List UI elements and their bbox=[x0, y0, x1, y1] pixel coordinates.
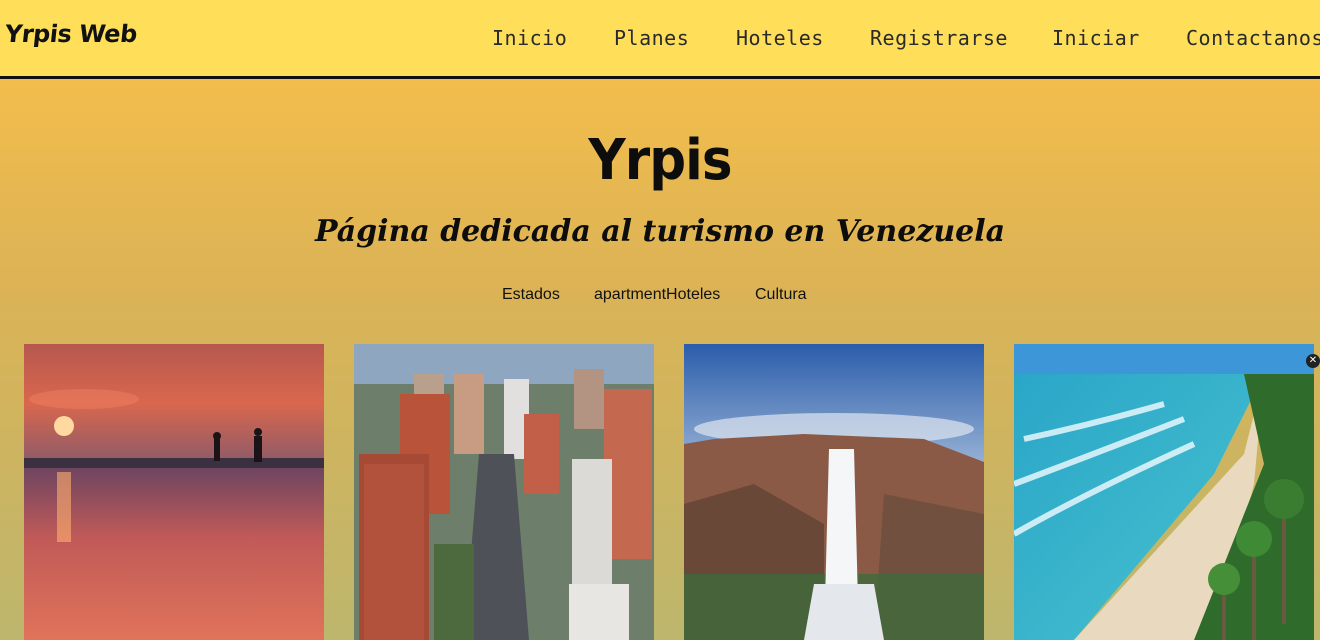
top-navbar: Yrpis Web Inicio Planes Hoteles Registra… bbox=[0, 0, 1320, 79]
gallery-card-city[interactable] bbox=[354, 344, 654, 640]
nav-link-hoteles[interactable]: Hoteles bbox=[736, 26, 824, 50]
main-nav: Inicio Planes Hoteles Registrarse Inicia… bbox=[0, 26, 1320, 52]
section-nav: Estados apartmentHoteles Cultura bbox=[0, 286, 1320, 306]
sunset-lake-riders-image bbox=[24, 344, 324, 640]
gallery-card-waterfall[interactable] bbox=[684, 344, 984, 640]
city-skyline-image bbox=[354, 344, 654, 640]
gallery-card-sunset[interactable] bbox=[24, 344, 324, 640]
nav-link-registrarse[interactable]: Registrarse bbox=[870, 26, 1008, 50]
hero-subtitle: Página dedicada al turismo en Venezuela bbox=[314, 214, 1006, 249]
hero-title: Yrpis bbox=[588, 128, 732, 193]
nav-link-planes[interactable]: Planes bbox=[614, 26, 689, 50]
nav-link-contactanos[interactable]: Contactanos bbox=[1186, 26, 1320, 50]
close-icon[interactable]: ✕ bbox=[1306, 354, 1320, 368]
section-link-cultura[interactable]: Cultura bbox=[755, 286, 807, 304]
beach-palms-image bbox=[1014, 344, 1314, 640]
section-link-estados[interactable]: Estados bbox=[502, 286, 560, 304]
section-link-apartmenthoteles[interactable]: apartmentHoteles bbox=[594, 286, 720, 304]
waterfall-tepui-image bbox=[684, 344, 984, 640]
nav-link-inicio[interactable]: Inicio bbox=[492, 26, 567, 50]
gallery-card-beach[interactable] bbox=[1014, 344, 1314, 640]
nav-link-iniciar[interactable]: Iniciar bbox=[1052, 26, 1140, 50]
